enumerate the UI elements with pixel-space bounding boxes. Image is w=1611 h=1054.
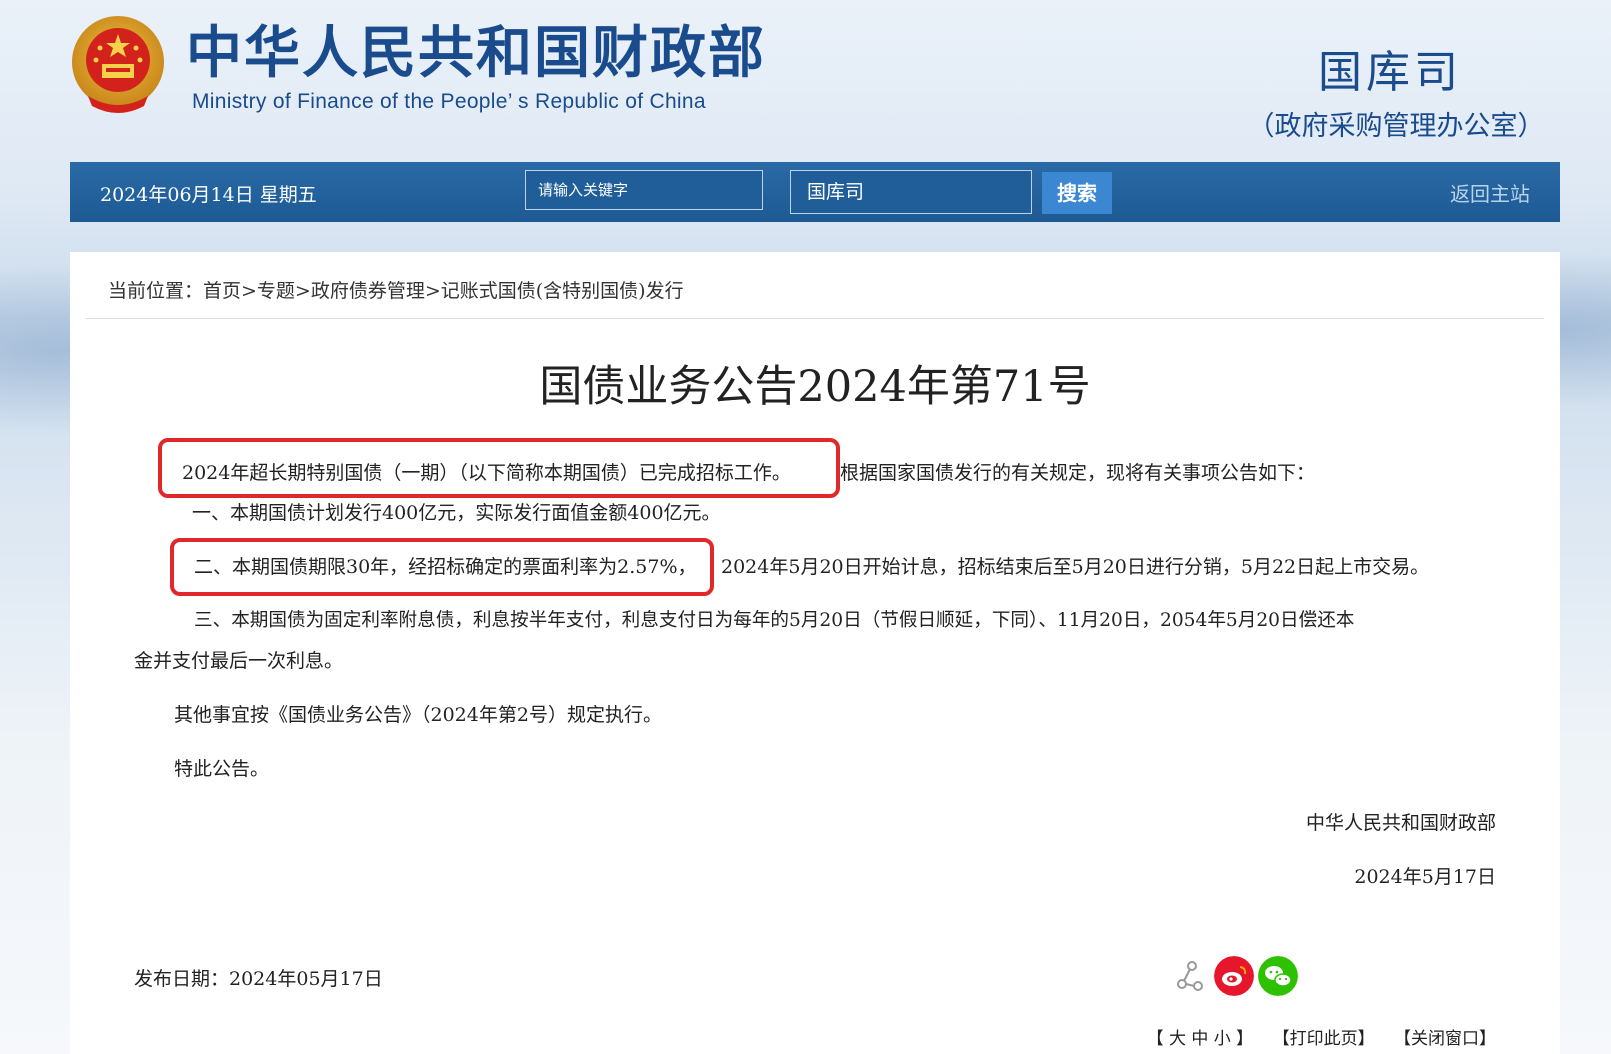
national-emblem-icon <box>72 16 164 113</box>
breadcrumb-divider <box>86 318 1544 319</box>
share-icon[interactable] <box>1168 956 1208 996</box>
weibo-icon[interactable] <box>1214 956 1254 996</box>
closing-text: 特此公告。 <box>174 758 270 780</box>
search-button[interactable]: 搜索 <box>1042 172 1112 214</box>
site-title-en: Ministry of Finance of the People’ s Rep… <box>192 90 706 113</box>
print-page-link[interactable]: 【打印此页】 <box>1273 1029 1375 1049</box>
article-title: 国债业务公告2024年第71号 <box>539 362 1091 412</box>
department-subtitle: （政府采购管理办公室） <box>1247 111 1545 142</box>
breadcrumb: 当前位置：首页>专题>政府债券管理>记账式国债(含特别国债)发行 <box>108 280 684 302</box>
search-input[interactable]: 请输入关键字 <box>525 170 763 210</box>
search-scope-field[interactable]: 国库司 <box>790 170 1032 214</box>
intro-highlight-text: 2024年超长期特别国债（一期）（以下简称本期国债）已完成招标工作。 <box>182 462 791 484</box>
close-window-link[interactable]: 【关闭窗口】 <box>1394 1029 1496 1049</box>
item-3-text-line-1: 三、本期国债为固定利率附息债，利息按半年支付，利息支付日为每年的5月20日（节假… <box>194 610 1355 631</box>
item-2-rest-text: 2024年5月20日开始计息，招标结束后至5月20日进行分销，5月22日起上市交… <box>721 556 1430 578</box>
issuer-signature: 中华人民共和国财政部 <box>1305 812 1496 834</box>
item-3-text-line-2: 金并支付最后一次利息。 <box>134 650 344 672</box>
other-matters-text: 其他事宜按《国债业务公告》（2024年第2号）规定执行。 <box>174 704 662 726</box>
site-title-cn: 中华人民共和国财政部 <box>186 21 766 86</box>
signature-date: 2024年5月17日 <box>1354 866 1496 888</box>
wechat-icon[interactable] <box>1258 956 1298 996</box>
department-name: 国库司 <box>1318 47 1462 98</box>
intro-rest-text: 根据国家国债发行的有关规定，现将有关事项公告如下： <box>840 462 1316 484</box>
article-panel: 当前位置：首页>专题>政府债券管理>记账式国债(含特别国债)发行 国债业务公告2… <box>70 252 1560 1054</box>
current-date: 2024年06月14日 星期五 <box>100 184 317 206</box>
item-1-text: 一、本期国债计划发行400亿元，实际发行面值金额400亿元。 <box>192 502 721 524</box>
page-tools: 【 大 中 小 】 【打印此页】 【关闭窗口】 <box>1133 1024 1496 1049</box>
font-size-control[interactable]: 【 大 中 小 】 <box>1147 1029 1254 1049</box>
item-2-highlight-text: 二、本期国债期限30年，经招标确定的票面利率为2.57%， <box>194 556 697 578</box>
publish-date: 发布日期：2024年05月17日 <box>134 968 383 990</box>
top-navbar: 2024年06月14日 星期五 请输入关键字 国库司 搜索 返回主站 <box>70 162 1560 222</box>
return-home-link[interactable]: 返回主站 <box>1450 178 1530 207</box>
